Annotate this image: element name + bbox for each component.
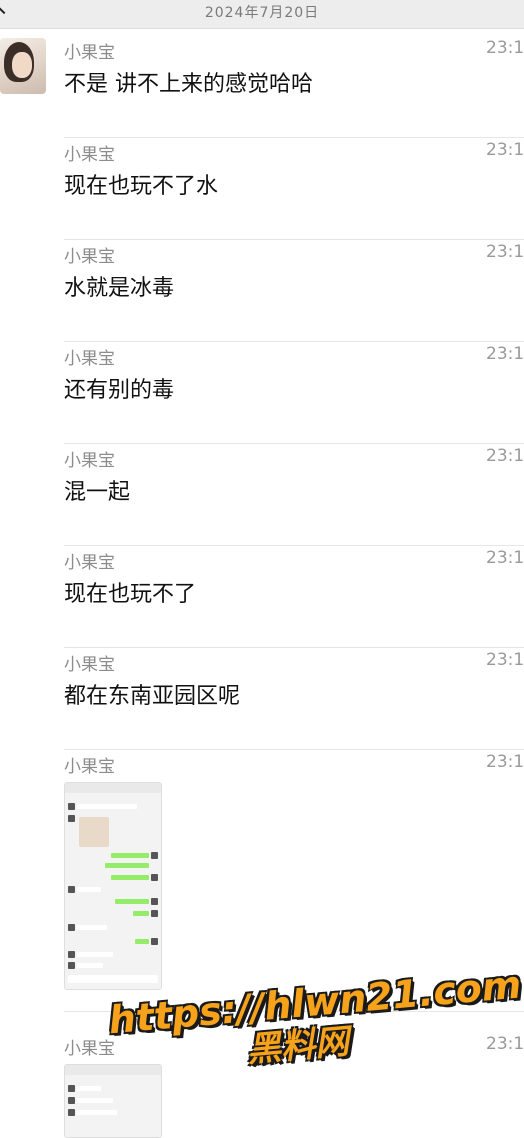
message-item[interactable]: 小果宝 23:13 都在东南亚园区呢 xyxy=(0,648,524,750)
screenshot-avatar xyxy=(151,852,158,859)
message-item[interactable]: 小果宝 23:12 水就是冰毒 xyxy=(0,240,524,342)
sender-name: 小果宝 xyxy=(64,553,115,573)
screenshot-bubble xyxy=(77,887,101,892)
message-text: 还有别的毒 xyxy=(64,378,175,403)
message-text: 现在也玩不了水 xyxy=(64,174,219,199)
screenshot-bubble xyxy=(77,925,107,930)
screenshot-avatar xyxy=(151,874,158,881)
date-header-bar: 2024年7月20日 xyxy=(0,0,524,29)
screenshot-avatar xyxy=(151,910,158,917)
sender-name: 小果宝 xyxy=(64,43,115,63)
message-text: 都在东南亚园区呢 xyxy=(64,684,241,709)
message-time: 23:13 xyxy=(486,752,524,772)
message-item[interactable]: 小果宝 23:12 还有别的毒 xyxy=(0,342,524,444)
message-time: 23:12 xyxy=(486,140,524,160)
sender-name: 小果宝 xyxy=(64,451,115,471)
screenshot-bubble xyxy=(111,875,149,880)
screenshot-avatar xyxy=(68,1085,75,1092)
screenshot-avatar xyxy=(68,951,75,958)
screenshot-bubble xyxy=(77,1098,113,1103)
screenshot-avatar xyxy=(68,803,75,810)
screenshot-avatar xyxy=(68,962,75,969)
chat-screenshot-image[interactable] xyxy=(64,782,162,990)
date-header: 2024年7月20日 xyxy=(204,5,320,21)
message-time: 23:12 xyxy=(486,242,524,262)
message-text: 水就是冰毒 xyxy=(64,276,175,301)
screenshot-bubble xyxy=(105,863,149,868)
screenshot-avatar xyxy=(151,938,158,945)
watermark: https://hlwn21.com 黑料网 xyxy=(107,962,523,1070)
message-time: 23:13 xyxy=(486,650,524,670)
screenshot-avatar xyxy=(68,815,75,822)
screenshot-status-bar xyxy=(65,783,161,793)
screenshot-bubble xyxy=(77,804,137,809)
screenshot-bubble xyxy=(77,1110,117,1115)
screenshot-avatar xyxy=(68,886,75,893)
screenshot-avatar xyxy=(68,924,75,931)
message-text: 不是 讲不上来的感觉哈哈 xyxy=(64,72,313,97)
sender-name: 小果宝 xyxy=(64,247,115,267)
message-text: 混一起 xyxy=(64,480,131,505)
screenshot-bubble xyxy=(77,952,113,957)
screenshot-bubble xyxy=(111,853,149,858)
message-time: 23:12 xyxy=(486,38,524,58)
message-time: 23:13 xyxy=(486,548,524,568)
message-item[interactable]: 小果宝 23:12 现在也玩不了水 xyxy=(0,138,524,240)
sender-name: 小果宝 xyxy=(64,655,115,675)
sender-name: 小果宝 xyxy=(64,349,115,369)
screenshot-avatar xyxy=(68,1109,75,1116)
message-item[interactable]: 小果宝 23:13 现在也玩不了 xyxy=(0,546,524,648)
message-text: 现在也玩不了 xyxy=(64,582,197,607)
screenshot-bubble xyxy=(135,939,149,944)
message-time: 23:12 xyxy=(486,446,524,466)
screenshot-bubble xyxy=(115,899,149,904)
message-time: 23:12 xyxy=(486,344,524,364)
screenshot-avatar xyxy=(68,1097,75,1104)
sender-name: 小果宝 xyxy=(64,145,115,165)
screenshot-photo xyxy=(79,817,109,847)
message-item[interactable]: 小果宝 23:12 混一起 xyxy=(0,444,524,546)
screenshot-bubble xyxy=(133,911,149,916)
message-item[interactable]: 小果宝 23:12 不是 讲不上来的感觉哈哈 xyxy=(0,36,524,138)
screenshot-bubble xyxy=(77,1086,101,1091)
sender-name: 小果宝 xyxy=(64,757,115,777)
screenshot-avatar xyxy=(151,898,158,905)
screenshot-bubble xyxy=(77,963,103,968)
